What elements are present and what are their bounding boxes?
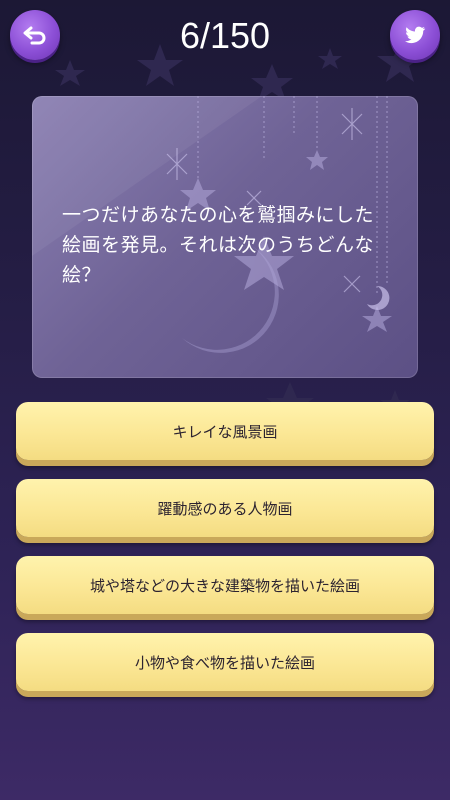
twitter-bird-icon: [405, 26, 426, 44]
answer-option-3[interactable]: 城や塔などの大きな建築物を描いた絵画: [16, 556, 434, 614]
answer-option-4[interactable]: 小物や食べ物を描いた絵画: [16, 633, 434, 691]
question-text: 一つだけあなたの心を鷲掴みにした絵画を発見。それは次のうちどんな絵？: [62, 204, 375, 286]
question-card: 一つだけあなたの心を鷲掴みにした絵画を発見。それは次のうちどんな絵？: [32, 96, 418, 378]
question-counter: 6/150: [179, 15, 271, 56]
answer-option-1[interactable]: キレイな風景画: [16, 402, 434, 460]
answer-option-2[interactable]: 躍動感のある人物画: [16, 479, 434, 537]
twitter-share-button[interactable]: [390, 10, 440, 60]
